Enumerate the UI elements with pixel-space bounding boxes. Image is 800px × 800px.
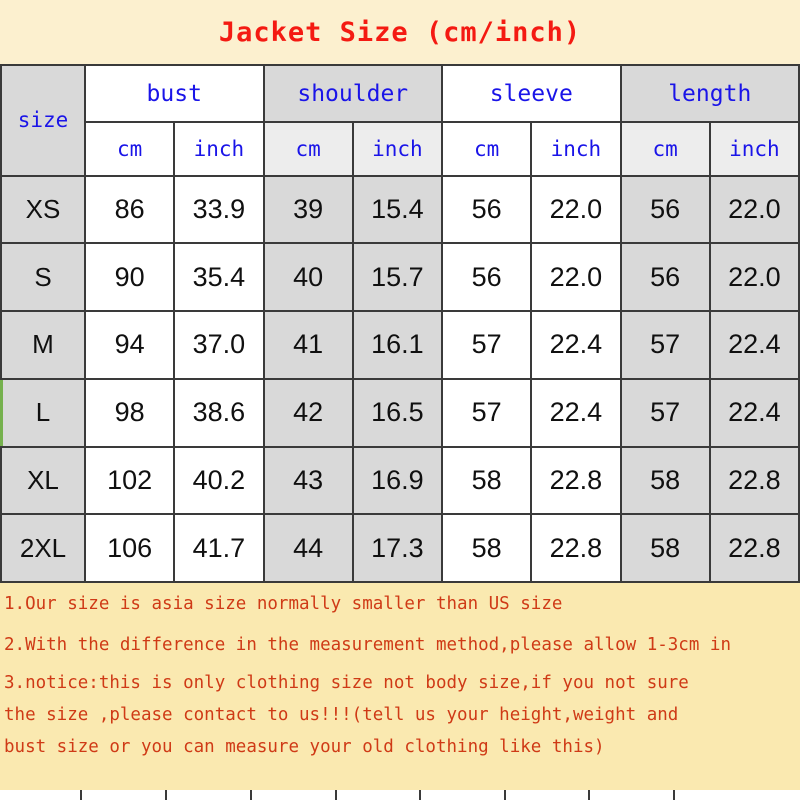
cell-bust-cm: 98 (83, 377, 176, 448)
note-1: 1.Our size is asia size normally smaller… (4, 594, 563, 614)
header-length-inch: inch (708, 121, 800, 177)
cell-sleeve-inch: 22.8 (530, 445, 622, 516)
table-row: L 98 38.6 42 16.5 57 22.4 57 22.4 (0, 377, 800, 448)
sliver-col-7 (506, 790, 590, 800)
table-row: 2XL 106 41.7 44 17.3 58 22.8 58 22.8 (0, 513, 800, 583)
page-title: Jacket Size (cm/inch) (218, 16, 582, 48)
cell-sleeve-inch: 22.4 (530, 377, 622, 448)
cell-length-inch: 22.8 (708, 513, 800, 583)
cell-shoulder-cm: 40 (262, 242, 354, 313)
header-shoulder-cm: cm (262, 121, 354, 177)
cell-bust-cm: 102 (83, 445, 176, 516)
cell-sleeve-cm: 57 (440, 377, 533, 448)
cell-length-cm: 57 (619, 310, 711, 380)
cell-bust-inch: 41.7 (173, 513, 265, 583)
cell-size: S (0, 242, 86, 313)
cell-shoulder-cm: 39 (262, 174, 354, 245)
cell-shoulder-inch: 17.3 (351, 513, 444, 583)
cell-shoulder-cm: 43 (262, 445, 354, 516)
cell-length-inch: 22.0 (708, 242, 800, 313)
note-3-line-1: 3.notice:this is only clothing size not … (4, 673, 689, 693)
cell-sleeve-inch: 22.4 (530, 310, 622, 380)
cell-length-cm: 58 (619, 445, 711, 516)
cell-bust-cm: 106 (83, 513, 176, 583)
cell-length-inch: 22.0 (708, 174, 800, 245)
table-group-header-row: size bust shoulder sleeve length (0, 63, 800, 177)
cell-length-inch: 22.8 (708, 445, 800, 516)
cell-sleeve-cm: 56 (440, 242, 533, 313)
table-row: XL 102 40.2 43 16.9 58 22.8 58 22.8 (0, 445, 800, 516)
cell-bust-inch: 37.0 (173, 310, 265, 380)
size-table-container: size bust shoulder sleeve length cm inch… (0, 63, 800, 583)
cell-bust-cm: 90 (83, 242, 176, 313)
cell-shoulder-cm: 41 (262, 310, 354, 380)
sliver-col-3 (167, 790, 252, 800)
sliver-col-4 (252, 790, 337, 800)
table-row: S 90 35.4 40 15.7 56 22.0 56 22.0 (0, 242, 800, 313)
header-group-shoulder: shoulder (262, 63, 443, 124)
header-bust-inch: inch (173, 121, 265, 177)
notes-section: 1.Our size is asia size normally smaller… (0, 583, 800, 790)
cell-length-cm: 57 (619, 377, 711, 448)
header-group-sleeve: sleeve (441, 63, 622, 124)
sliver-col-5 (337, 790, 421, 800)
bottom-grid-sliver (0, 790, 800, 800)
cell-length-cm: 58 (619, 513, 711, 583)
cell-bust-inch: 38.6 (173, 377, 265, 448)
table-row: M 94 37.0 41 16.1 57 22.4 57 22.4 (0, 310, 800, 380)
header-size: size (0, 64, 86, 177)
cell-size: 2XL (0, 513, 86, 583)
cell-sleeve-cm: 58 (440, 513, 533, 583)
cell-size: XL (0, 445, 86, 516)
cell-shoulder-inch: 15.7 (351, 242, 444, 313)
title-band: Jacket Size (cm/inch) (0, 0, 800, 64)
cell-shoulder-inch: 16.9 (351, 445, 444, 516)
table-sub-header-row: cm inch cm inch cm inch cm inch (1, 121, 800, 177)
cell-sleeve-inch: 22.0 (530, 174, 622, 245)
cell-sleeve-inch: 22.8 (530, 513, 622, 583)
cell-bust-cm: 94 (83, 310, 176, 380)
cell-size: M (0, 310, 86, 380)
cell-size: L (0, 377, 86, 448)
size-chart-image: Jacket Size (cm/inch) size bust shoulder… (0, 0, 800, 800)
cell-length-cm: 56 (619, 242, 711, 313)
cell-bust-inch: 35.4 (173, 242, 265, 313)
cell-size: XS (0, 174, 86, 245)
cell-length-cm: 56 (619, 174, 711, 245)
sliver-col-2 (82, 790, 167, 800)
cell-shoulder-inch: 15.4 (351, 174, 444, 245)
header-length-cm: cm (619, 121, 711, 177)
header-group-length: length (619, 63, 800, 124)
header-sleeve-inch: inch (530, 121, 622, 177)
cell-sleeve-cm: 57 (440, 310, 533, 380)
header-group-bust: bust (84, 63, 265, 124)
cell-bust-inch: 33.9 (173, 174, 265, 245)
size-table: size bust shoulder sleeve length cm inch… (0, 63, 800, 583)
sliver-col-8 (590, 790, 675, 800)
cell-shoulder-cm: 42 (262, 377, 354, 448)
cell-length-inch: 22.4 (708, 377, 800, 448)
cell-shoulder-cm: 44 (262, 513, 354, 583)
cell-sleeve-cm: 58 (440, 445, 533, 516)
header-shoulder-inch: inch (351, 121, 444, 177)
cell-bust-cm: 86 (83, 174, 176, 245)
cell-bust-inch: 40.2 (173, 445, 265, 516)
sliver-col-9 (675, 790, 800, 800)
note-3-line-2: the size ,please contact to us!!!(tell u… (4, 705, 679, 725)
cell-sleeve-inch: 22.0 (530, 242, 622, 313)
table-row: XS 86 33.9 39 15.4 56 22.0 56 22.0 (0, 174, 800, 245)
cell-length-inch: 22.4 (708, 310, 800, 380)
note-2: 2.With the difference in the measurement… (4, 635, 731, 655)
cell-shoulder-inch: 16.5 (351, 377, 444, 448)
header-bust-cm: cm (83, 121, 176, 177)
sliver-col-1 (0, 790, 82, 800)
edge-artifact (0, 380, 3, 446)
note-3-line-3: bust size or you can measure your old cl… (4, 737, 605, 757)
header-sleeve-cm: cm (440, 121, 533, 177)
sliver-col-6 (421, 790, 506, 800)
cell-sleeve-cm: 56 (440, 174, 533, 245)
cell-shoulder-inch: 16.1 (351, 310, 444, 380)
